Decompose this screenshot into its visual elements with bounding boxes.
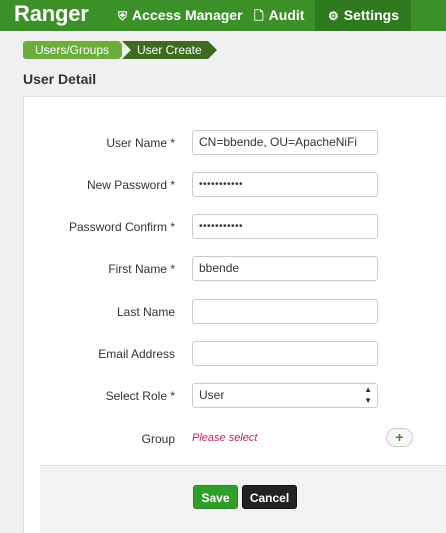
add-group-button[interactable]: + xyxy=(386,428,413,447)
page-title: User Detail xyxy=(23,71,97,87)
gear-icon: ⚙ xyxy=(328,9,339,23)
breadcrumb-user-create: User Create xyxy=(122,41,217,59)
password-confirm-field[interactable]: ••••••••••• xyxy=(192,214,378,239)
role-select[interactable]: User ▲ ▼ xyxy=(192,383,378,408)
nav-audit-label: Audit xyxy=(268,7,305,23)
file-icon: 🗋 xyxy=(254,9,264,23)
nav-settings[interactable]: ⚙ Settings xyxy=(315,0,411,31)
cancel-button[interactable]: Cancel xyxy=(242,485,297,509)
password-confirm-label: Password Confirm * xyxy=(68,220,175,234)
last-name-label: Last Name xyxy=(116,305,175,319)
select-updown-icon: ▲ ▼ xyxy=(364,385,372,405)
last-name-field[interactable] xyxy=(192,299,378,324)
email-label: Email Address xyxy=(98,347,175,361)
user-name-field[interactable]: CN=bbende, OU=ApacheNiFi xyxy=(192,130,378,155)
first-name-label: First Name * xyxy=(108,262,175,276)
shield-icon: ⛨ xyxy=(118,9,128,23)
nav-access-manager[interactable]: ⛨ Access Manager xyxy=(118,0,243,31)
user-name-label: User Name * xyxy=(106,136,175,150)
nav-audit[interactable]: 🗋 Audit xyxy=(254,0,304,31)
nav-access-manager-label: Access Manager xyxy=(132,7,243,23)
nav-settings-label: Settings xyxy=(343,7,399,23)
brand-logo[interactable]: Ranger xyxy=(14,1,89,27)
new-password-field[interactable]: ••••••••••• xyxy=(192,172,378,197)
breadcrumb-users-groups[interactable]: Users/Groups xyxy=(23,41,128,59)
first-name-field[interactable]: bbende xyxy=(192,256,378,281)
role-select-value: User xyxy=(199,388,225,402)
save-button[interactable]: Save xyxy=(193,485,238,509)
top-navbar: Ranger ⛨ Access Manager 🗋 Audit ⚙ Settings xyxy=(0,0,446,31)
email-field[interactable] xyxy=(192,341,378,366)
group-label: Group xyxy=(141,432,175,446)
new-password-label: New Password * xyxy=(86,178,175,192)
group-placeholder[interactable]: Please select xyxy=(192,432,257,444)
select-role-label: Select Role * xyxy=(105,389,175,403)
plus-icon: + xyxy=(395,429,404,445)
